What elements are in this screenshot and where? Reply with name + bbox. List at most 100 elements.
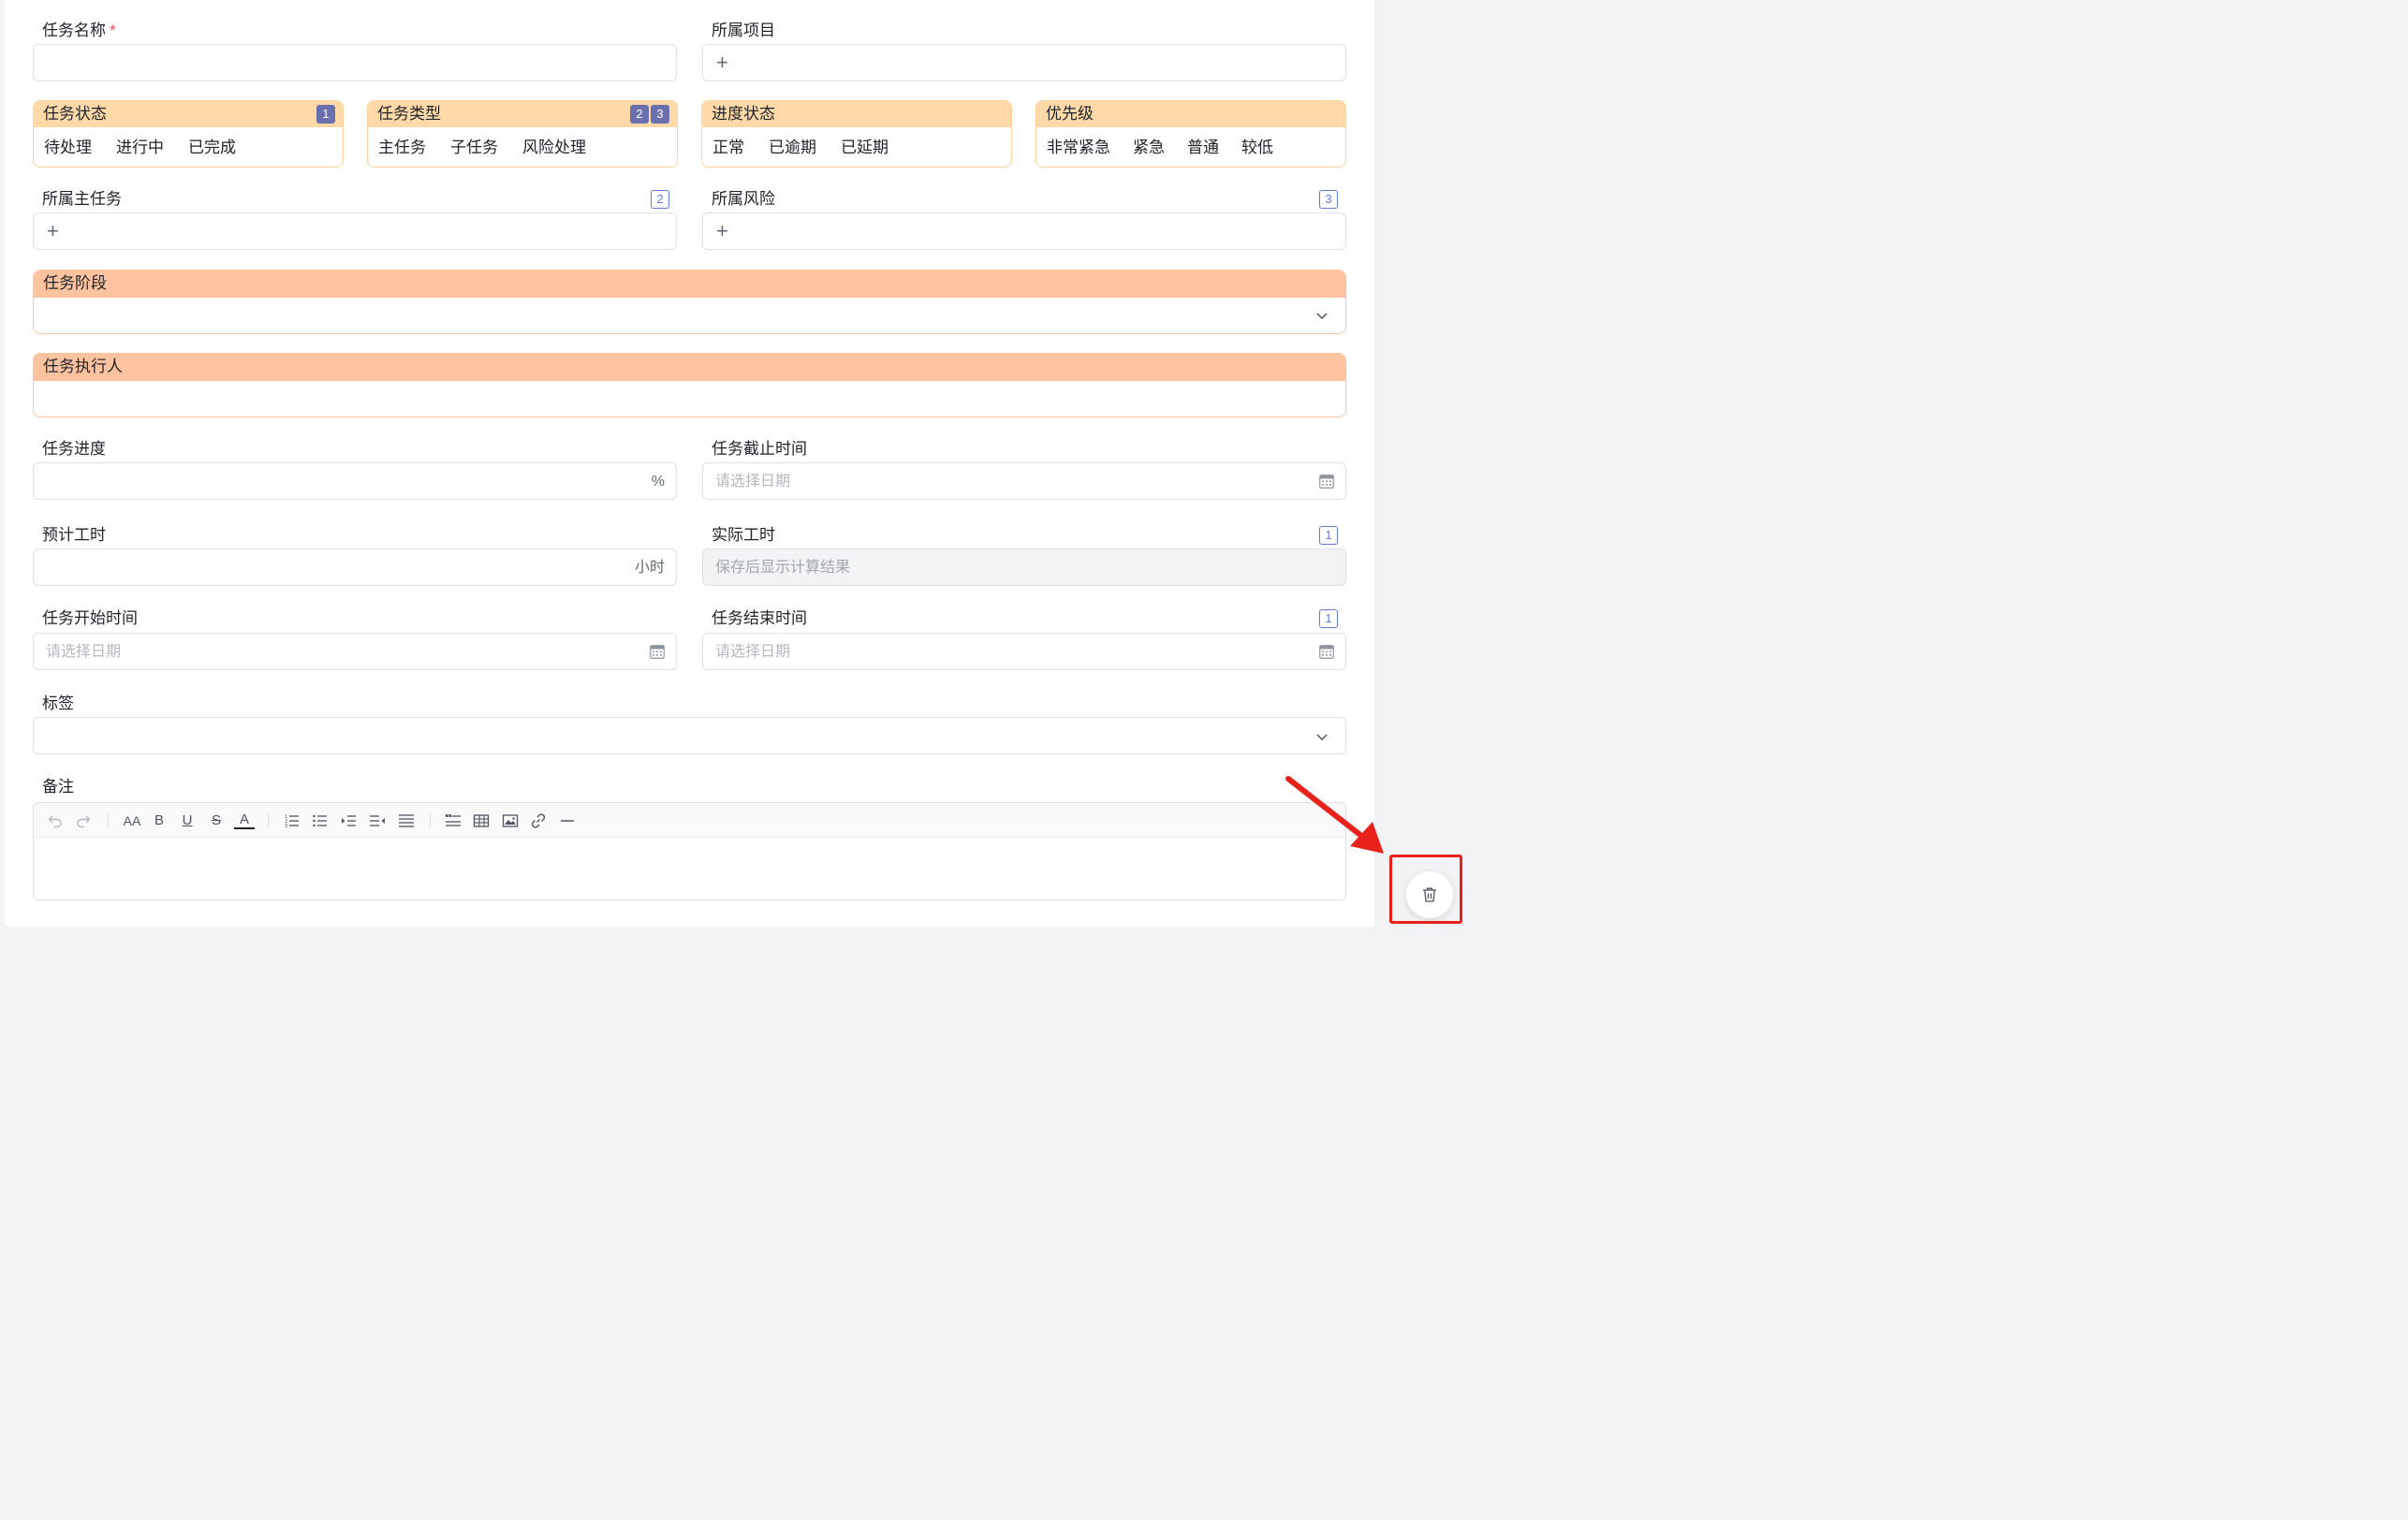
- task-stage-header: 任务阶段: [34, 270, 1345, 298]
- risk-label: 所属风险: [712, 190, 775, 208]
- type-option-sub[interactable]: 子任务: [450, 139, 498, 157]
- required-mark: *: [110, 22, 116, 39]
- tags-select[interactable]: [33, 717, 1346, 754]
- priority-option-normal[interactable]: 普通: [1187, 139, 1219, 157]
- priority-option-critical[interactable]: 非常紧急: [1047, 139, 1110, 157]
- underline-button[interactable]: U: [177, 811, 198, 830]
- status-option-in-progress[interactable]: 进行中: [116, 139, 164, 157]
- type-option-main[interactable]: 主任务: [378, 139, 426, 157]
- parent-task-picker[interactable]: +: [33, 212, 677, 250]
- tags-label: 标签: [42, 694, 74, 712]
- side-panel: [1374, 0, 1466, 927]
- ordered-list-icon[interactable]: 123: [282, 811, 302, 830]
- calendar-icon: [1319, 475, 1334, 489]
- calendar-icon: [650, 645, 665, 659]
- task-stage-select[interactable]: [34, 298, 1345, 333]
- progress-status-options: 正常 已逾期 已延期: [712, 139, 888, 157]
- progress-option-normal[interactable]: 正常: [712, 139, 744, 157]
- progress-status-header: 进度状态: [702, 101, 1011, 127]
- bold-button[interactable]: B: [149, 811, 169, 830]
- actual-hours-placeholder: 保存后显示计算结果: [715, 560, 851, 576]
- priority-title: 优先级: [1046, 105, 1094, 123]
- end-time-label: 任务结束时间: [712, 609, 807, 627]
- task-status-options: 待处理 进行中 已完成: [44, 139, 236, 157]
- font-size-button[interactable]: AA: [120, 811, 144, 830]
- notes-text-area[interactable]: [34, 839, 1345, 899]
- task-type-group: 任务类型 2 3 主任务 子任务 风险处理: [367, 100, 678, 168]
- priority-header: 优先级: [1036, 101, 1345, 127]
- indent-icon[interactable]: [339, 811, 360, 830]
- actual-hours-field: 保存后显示计算结果: [702, 548, 1346, 586]
- priority-option-low[interactable]: 较低: [1241, 139, 1273, 157]
- task-type-badge-3: 3: [651, 105, 669, 124]
- toolbar-divider: [108, 812, 109, 828]
- strikethrough-button[interactable]: S: [206, 811, 227, 830]
- svg-text:3: 3: [285, 824, 287, 829]
- task-status-group: 任务状态 1 待处理 进行中 已完成: [33, 100, 344, 168]
- bullet-list-icon[interactable]: [310, 811, 330, 830]
- font-color-button[interactable]: A: [234, 811, 255, 829]
- delete-button[interactable]: [1406, 871, 1453, 918]
- progress-status-title: 进度状态: [712, 105, 775, 123]
- end-time-placeholder: 请选择日期: [715, 644, 791, 660]
- progress-input[interactable]: %: [33, 462, 677, 500]
- assignee-input[interactable]: [34, 381, 1345, 417]
- deadline-label: 任务截止时间: [712, 440, 807, 458]
- start-time-placeholder: 请选择日期: [46, 644, 122, 660]
- trash-icon: [1423, 887, 1436, 902]
- project-label: 所属项目: [712, 22, 775, 39]
- add-risk-icon[interactable]: +: [716, 221, 728, 241]
- risk-picker[interactable]: +: [702, 212, 1346, 250]
- task-stage-section: 任务阶段: [33, 270, 1346, 334]
- deadline-date-input[interactable]: 请选择日期: [702, 462, 1346, 500]
- link-icon[interactable]: [528, 811, 549, 830]
- est-hours-input[interactable]: 小时: [33, 548, 677, 586]
- toolbar-divider: [268, 812, 269, 828]
- quote-icon[interactable]: [443, 811, 463, 830]
- type-option-risk[interactable]: 风险处理: [522, 139, 586, 157]
- chevron-down-icon: [1316, 313, 1328, 320]
- redo-icon[interactable]: [73, 811, 94, 830]
- task-form-page: 任务名称 * 所属项目 + 任务状态 1 待处理 进行中 已完成 任务类型 2 3…: [5, 0, 1374, 927]
- outdent-icon[interactable]: [367, 811, 388, 830]
- table-icon[interactable]: [471, 811, 492, 830]
- task-status-header: 任务状态 1: [34, 101, 343, 127]
- annotation-arrow-icon: [1285, 776, 1384, 854]
- end-time-badge: 1: [1319, 609, 1338, 628]
- task-name-input[interactable]: [33, 44, 677, 81]
- project-picker[interactable]: +: [702, 44, 1346, 81]
- align-icon[interactable]: [396, 811, 417, 830]
- parent-task-badge: 2: [651, 190, 669, 209]
- assignee-title: 任务执行人: [43, 358, 123, 375]
- start-time-date-input[interactable]: 请选择日期: [33, 633, 677, 670]
- horizontal-rule-icon[interactable]: [557, 811, 578, 830]
- hours-suffix: 小时: [634, 560, 665, 576]
- actual-hours-badge: 1: [1319, 526, 1338, 545]
- add-project-icon[interactable]: +: [716, 52, 728, 73]
- chevron-down-icon: [1316, 734, 1328, 741]
- status-option-done[interactable]: 已完成: [188, 139, 236, 157]
- progress-option-overdue[interactable]: 已逾期: [769, 139, 816, 157]
- percent-suffix: %: [651, 474, 665, 490]
- task-status-badge: 1: [316, 105, 335, 124]
- status-option-pending[interactable]: 待处理: [44, 139, 92, 157]
- assignee-header: 任务执行人: [34, 354, 1345, 381]
- end-time-date-input[interactable]: 请选择日期: [702, 633, 1346, 670]
- task-type-badge-2: 2: [630, 105, 649, 124]
- progress-option-delayed[interactable]: 已延期: [841, 139, 888, 157]
- editor-toolbar: AA B U S A 123: [34, 803, 1345, 838]
- task-type-title: 任务类型: [377, 105, 441, 123]
- image-icon[interactable]: [500, 811, 521, 830]
- priority-option-urgent[interactable]: 紧急: [1133, 139, 1165, 157]
- deadline-placeholder: 请选择日期: [715, 474, 791, 490]
- progress-label: 任务进度: [42, 440, 106, 458]
- task-stage-title: 任务阶段: [43, 274, 107, 292]
- priority-group: 优先级 非常紧急 紧急 普通 较低: [1035, 100, 1346, 168]
- assignee-section: 任务执行人: [33, 353, 1346, 417]
- add-parent-task-icon[interactable]: +: [47, 221, 59, 241]
- progress-status-group: 进度状态 正常 已逾期 已延期: [701, 100, 1012, 168]
- risk-badge: 3: [1319, 190, 1338, 209]
- undo-icon[interactable]: [45, 811, 66, 830]
- notes-label: 备注: [42, 778, 74, 796]
- task-type-header: 任务类型 2 3: [368, 101, 677, 127]
